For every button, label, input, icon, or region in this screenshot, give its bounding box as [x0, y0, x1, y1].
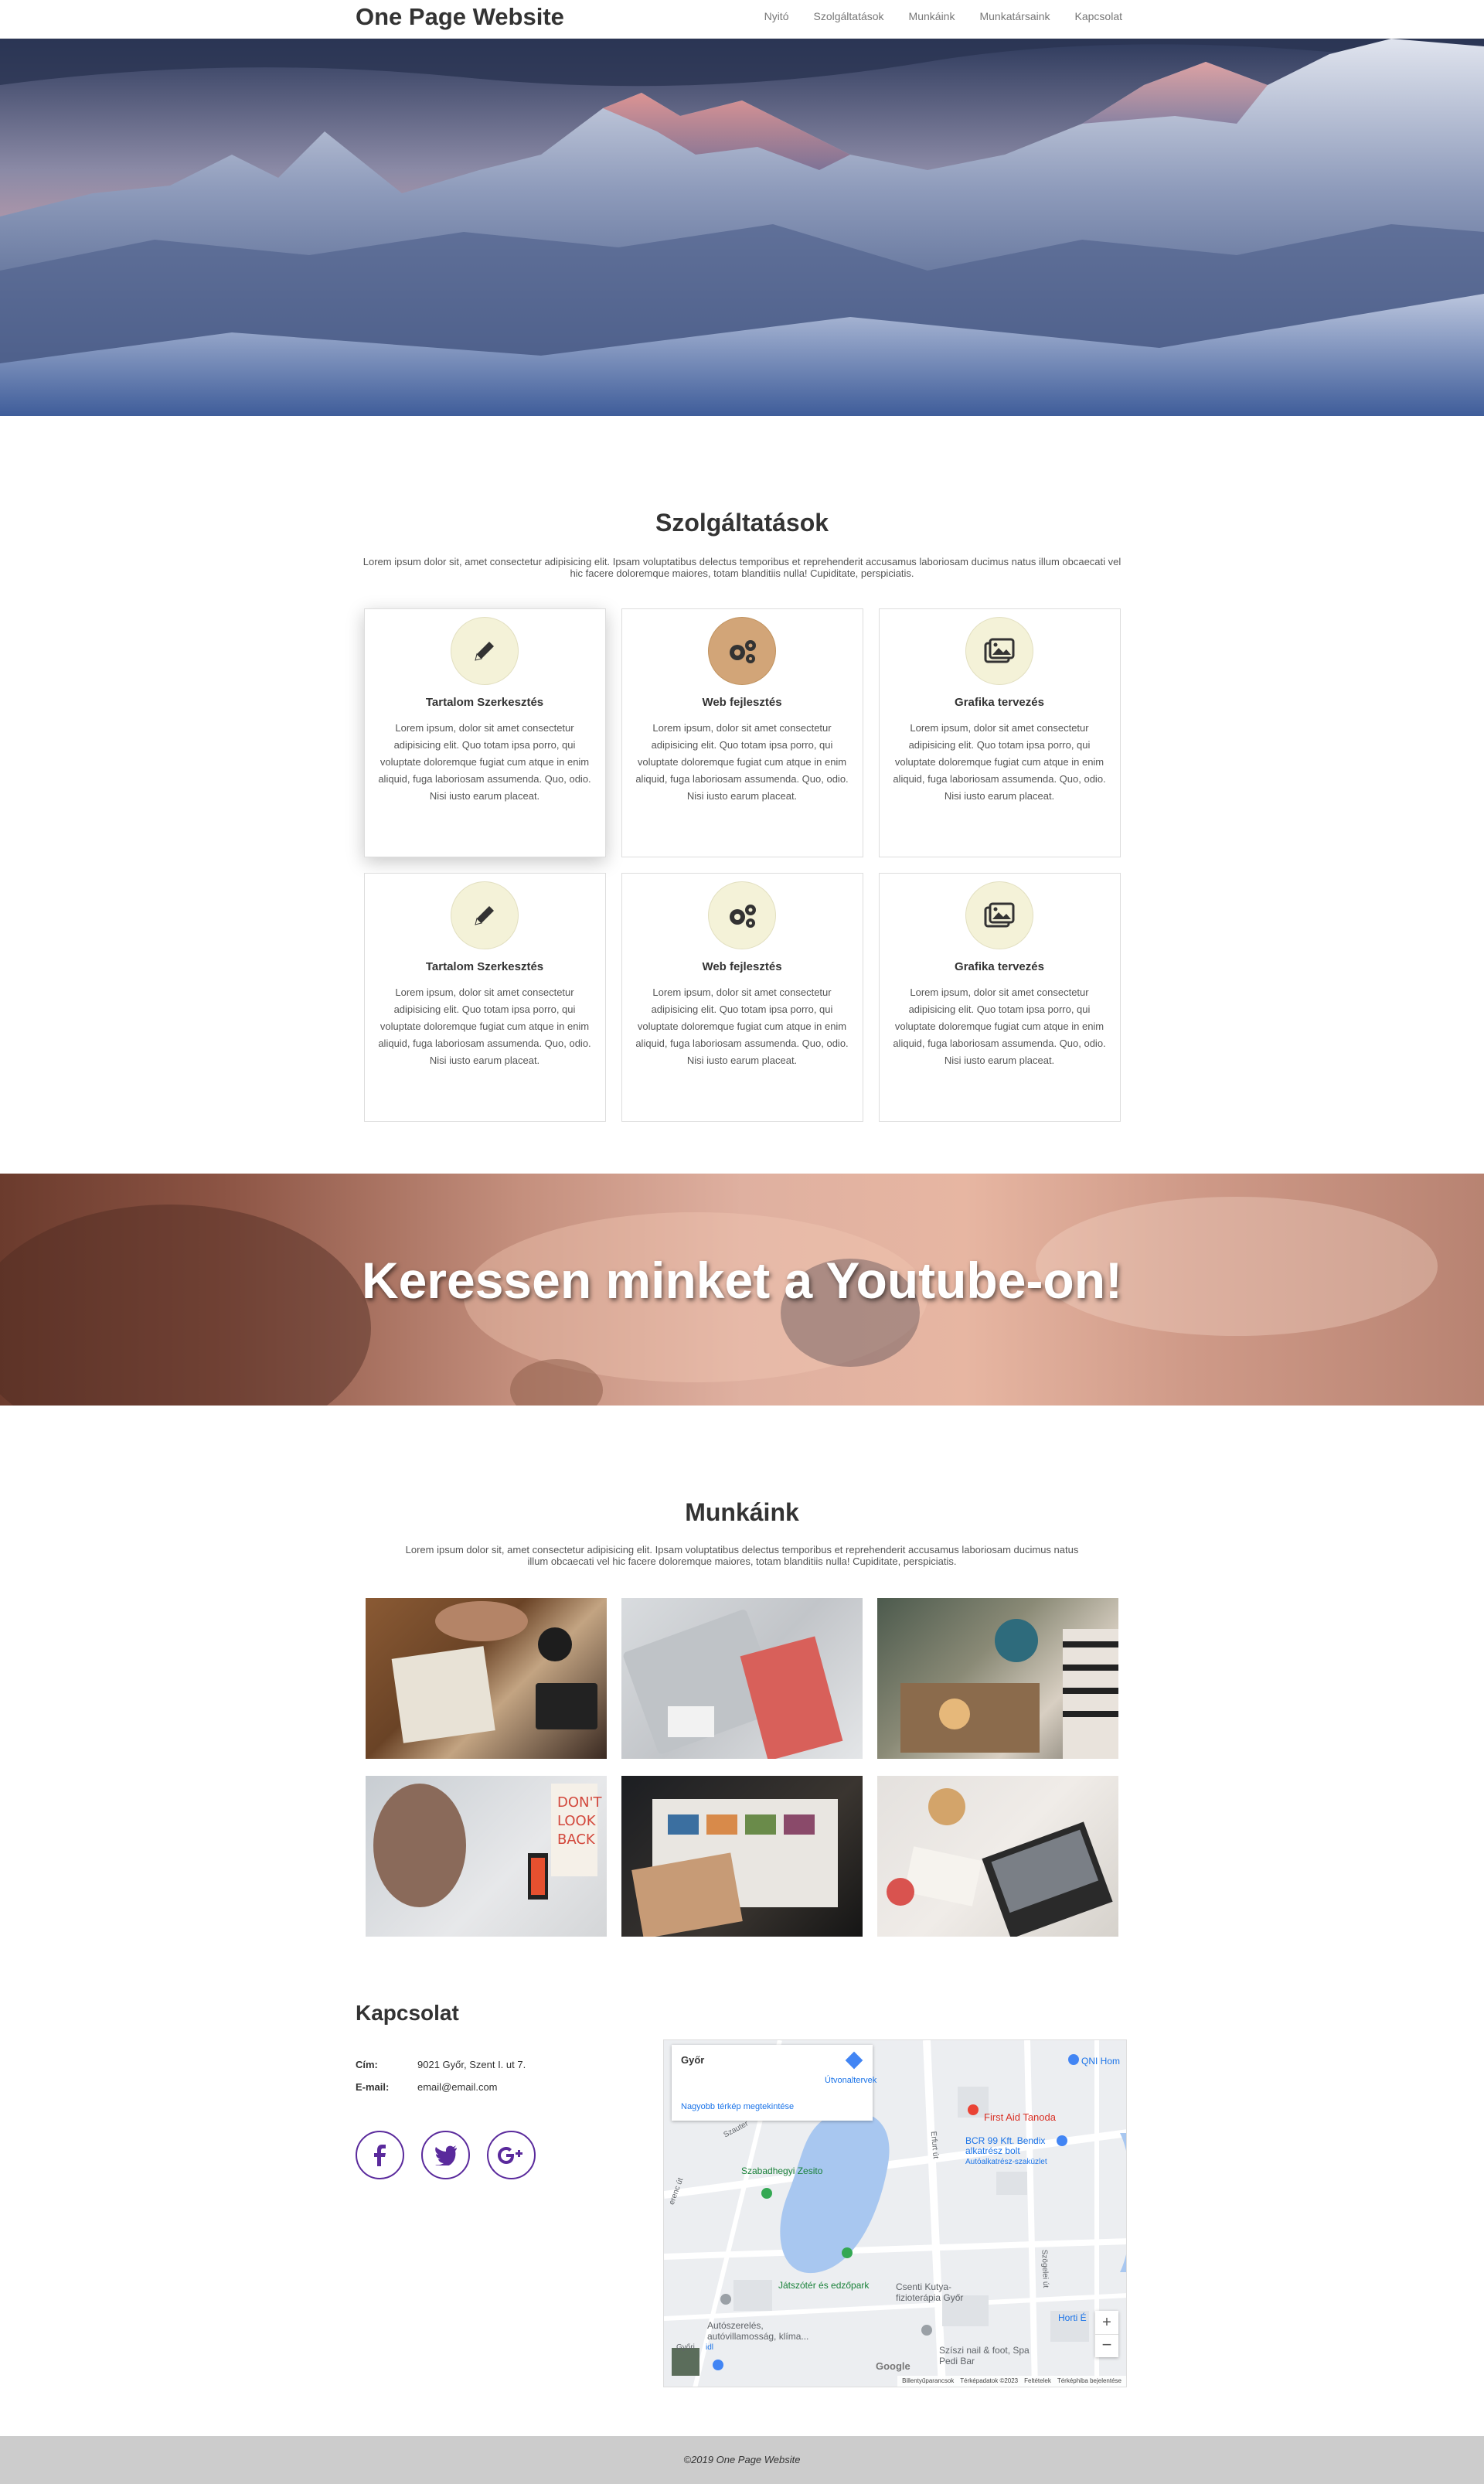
zoom-controls: + −	[1095, 2311, 1118, 2357]
map-label[interactable]: Horti É	[1058, 2312, 1087, 2323]
gears-icon	[708, 881, 776, 949]
designer-wall-photo[interactable]: DON'T LOOK BACK	[366, 1776, 607, 1937]
svg-text:LOOK: LOOK	[557, 1813, 597, 1829]
works-section: Munkáink Lorem ipsum dolor sit, amet con…	[0, 1406, 1484, 2001]
service-card[interactable]: Grafika tervezés Lorem ipsum, dolor sit …	[878, 608, 1121, 857]
map-info-card: Győr Útvonaltervek Nagyobb térkép megtek…	[672, 2045, 876, 2121]
notebook-desk-photo[interactable]	[366, 1598, 607, 1759]
map-label[interactable]: Csenti Kutya-fizioterápia Győr	[896, 2281, 989, 2303]
nav-item-kapcsolat[interactable]: Kapcsolat	[1075, 10, 1122, 22]
address-value: 9021 Győr, Szent I. ut 7.	[417, 2059, 526, 2070]
map-footer: Billentyűparancsok Térképadatok ©2023 Fe…	[897, 2376, 1126, 2387]
gears-icon	[708, 617, 776, 685]
google-map[interactable]: Győr Útvonaltervek Nagyobb térkép megtek…	[663, 2039, 1127, 2387]
service-text: Lorem ipsum, dolor sit amet consectetur …	[635, 722, 849, 802]
map-footer-item[interactable]: Térképhiba bejelentése	[1057, 2376, 1122, 2387]
map-label[interactable]: BCR 99 Kft. Bendix alkatrész bolt	[965, 2136, 1058, 2156]
service-title: Grafika tervezés	[955, 696, 1044, 709]
map-label[interactable]: QNI Hom	[1081, 2056, 1120, 2067]
nav-item-nyito[interactable]: Nyitó	[764, 10, 789, 22]
youtube-banner[interactable]: Keressen minket a Youtube-on!	[0, 1174, 1484, 1406]
service-card[interactable]: Tartalom Szerkesztés Lorem ipsum, dolor …	[363, 873, 606, 1122]
contact-info: Cím: 9021 Győr, Szent I. ut 7. E-mail: ema…	[356, 2053, 526, 2098]
service-card[interactable]: Grafika tervezés Lorem ipsum, dolor sit …	[878, 873, 1121, 1122]
service-text: Lorem ipsum, dolor sit amet consectetur …	[893, 986, 1106, 1066]
zoom-out-icon[interactable]: −	[1095, 2334, 1118, 2357]
twitter-icon[interactable]	[421, 2131, 470, 2179]
map-footer-item[interactable]: Billentyűparancsok	[902, 2376, 954, 2387]
map-footer-item[interactable]: Feltételek	[1024, 2376, 1051, 2387]
youtube-title: Keressen minket a Youtube-on!	[361, 1252, 1123, 1309]
map-label[interactable]: Szíszi nail & foot, Spa Pedi Bar	[939, 2345, 1040, 2366]
pencil-icon	[451, 881, 519, 949]
map-label: Győri	[676, 2343, 695, 2352]
service-title: Grafika tervezés	[955, 960, 1044, 973]
service-title: Web fejlesztés	[702, 696, 782, 709]
service-text: Lorem ipsum, dolor sit amet consectetur …	[893, 722, 1106, 802]
map-label[interactable]: Játszótér és edzőpark	[778, 2280, 869, 2291]
works-subtitle: Lorem ipsum dolor sit, amet consectetur …	[405, 1544, 1079, 1567]
google-plus-icon[interactable]	[487, 2131, 536, 2179]
laptop-book-photo[interactable]	[621, 1598, 863, 1759]
pencil-icon	[451, 617, 519, 685]
works-gallery: DON'T LOOK BACK	[363, 1598, 1121, 1937]
directions-link[interactable]: Útvonaltervek	[825, 2076, 876, 2085]
directions-icon[interactable]	[845, 2051, 863, 2070]
service-card[interactable]: Web fejlesztés Lorem ipsum, dolor sit am…	[621, 608, 863, 857]
service-text: Lorem ipsum, dolor sit amet consectetur …	[635, 986, 849, 1066]
map-label[interactable]: Autóalkatrész-szaküzlet	[965, 2158, 1047, 2166]
map-label: idl	[706, 2343, 714, 2352]
service-text: Lorem ipsum, dolor sit amet consectetur …	[378, 722, 591, 802]
services-title: Szolgáltatások	[655, 509, 829, 537]
google-logo: Google	[876, 2360, 910, 2372]
top-navbar: One Page Website Nyitó Szolgáltatások Mu…	[0, 0, 1484, 39]
svg-text:DON'T: DON'T	[557, 1794, 602, 1811]
larger-map-link[interactable]: Nagyobb térkép megtekintése	[681, 2102, 794, 2111]
social-links	[356, 2131, 536, 2179]
map-place-name: Győr	[681, 2054, 705, 2066]
map-label[interactable]: Szabadhegyi Zesito	[741, 2165, 822, 2176]
images-icon	[965, 881, 1033, 949]
service-card[interactable]: Tartalom Szerkesztés Lorem ipsum, dolor …	[363, 608, 606, 857]
contact-title: Kapcsolat	[356, 2001, 459, 2025]
nav-item-munkatarsaink[interactable]: Munkatársaink	[979, 10, 1050, 22]
address-label: Cím:	[356, 2059, 378, 2070]
coffee-globe-photo[interactable]	[877, 1598, 1118, 1759]
email-value[interactable]: email@email.com	[417, 2081, 498, 2093]
photos-screen-photo[interactable]	[621, 1776, 863, 1937]
mountain-illustration	[0, 39, 1484, 416]
hero-mountain-banner	[0, 39, 1484, 416]
contact-section: Kapcsolat Cím: 9021 Győr, Szent I. ut 7. …	[356, 2001, 1128, 2457]
facebook-icon[interactable]	[356, 2131, 404, 2179]
service-title: Tartalom Szerkesztés	[425, 696, 544, 709]
brand-logo[interactable]: One Page Website	[356, 3, 564, 31]
services-subtitle: Lorem ipsum dolor sit, amet consectetur …	[362, 556, 1122, 579]
service-text: Lorem ipsum, dolor sit amet consectetur …	[378, 986, 591, 1066]
nav-item-munkaink[interactable]: Munkáink	[909, 10, 955, 22]
email-label: E-mail:	[356, 2081, 390, 2093]
works-title: Munkáink	[685, 1498, 799, 1526]
nav-menu: Nyitó Szolgáltatások Munkáink Munkatársa…	[764, 10, 1122, 22]
map-label[interactable]: Autószerelés, autóvillamosság, klíma...	[707, 2320, 831, 2342]
service-title: Tartalom Szerkesztés	[425, 960, 544, 973]
page-footer: ©2019 One Page Website	[0, 2436, 1484, 2484]
svg-text:BACK: BACK	[557, 1831, 596, 1848]
map-label: Szögelei út	[1040, 2249, 1050, 2288]
service-title: Web fejlesztés	[702, 960, 782, 973]
images-icon	[965, 617, 1033, 685]
footer-text: ©2019 One Page Website	[683, 2454, 801, 2465]
services-section: Szolgáltatások Lorem ipsum dolor sit, am…	[0, 416, 1484, 1174]
service-card[interactable]: Web fejlesztés Lorem ipsum, dolor sit am…	[621, 873, 863, 1122]
laptop-desk-photo[interactable]	[877, 1776, 1118, 1937]
services-grid: Tartalom Szerkesztés Lorem ipsum, dolor …	[363, 608, 1121, 1122]
zoom-in-icon[interactable]: +	[1095, 2311, 1118, 2334]
nav-item-szolgaltatasok[interactable]: Szolgáltatások	[813, 10, 883, 22]
map-footer-item: Térképadatok ©2023	[960, 2377, 1019, 2384]
map-label[interactable]: First Aid Tanoda	[984, 2111, 1056, 2123]
